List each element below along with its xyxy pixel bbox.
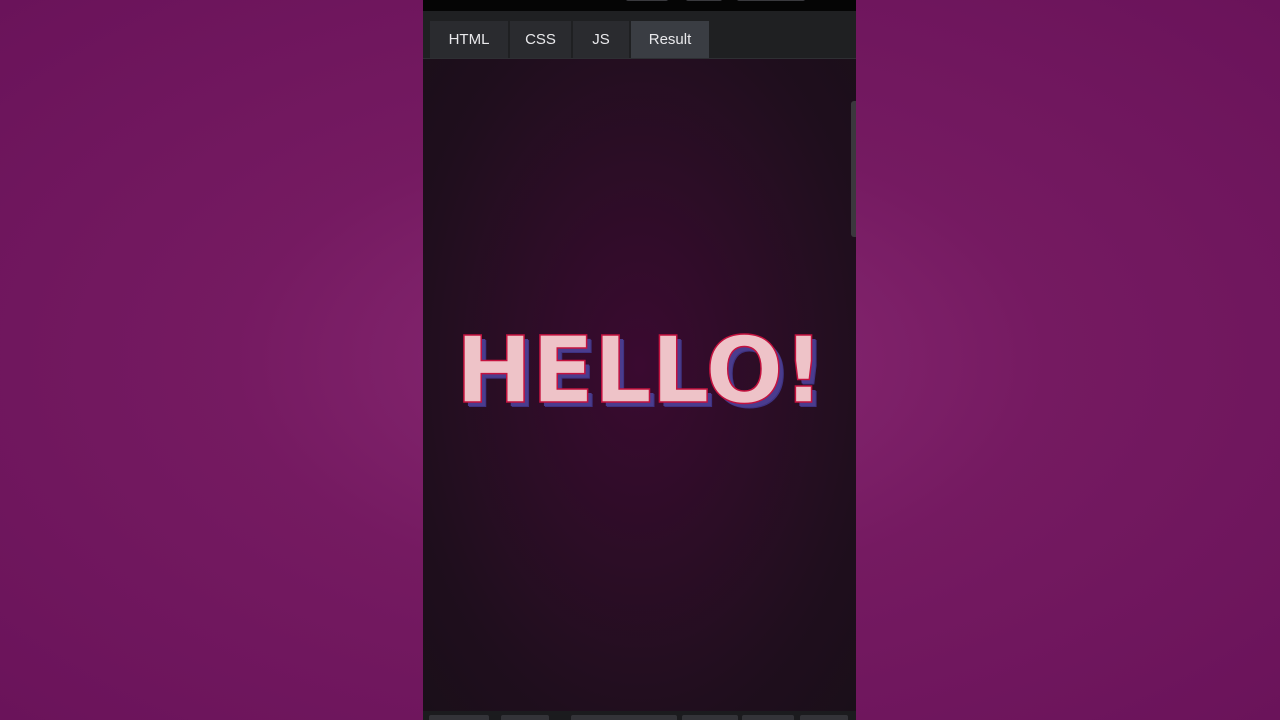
- tab-css[interactable]: CSS: [510, 21, 571, 58]
- hello-heading: HELLO!: [455, 317, 825, 424]
- bottom-button[interactable]: [571, 715, 677, 720]
- toolbar-control[interactable]: [686, 0, 722, 1]
- bottom-button[interactable]: [501, 715, 549, 720]
- result-preview-pane: HELLO!: [423, 59, 856, 711]
- preview-scrollbar[interactable]: [851, 101, 856, 237]
- tab-result[interactable]: Result: [631, 21, 709, 58]
- bottom-button[interactable]: [800, 715, 848, 720]
- bottom-button[interactable]: [682, 715, 738, 720]
- bottom-button[interactable]: [429, 715, 489, 720]
- top-toolbar: [423, 0, 856, 11]
- bottom-toolbar: [423, 711, 856, 720]
- toolbar-control[interactable]: [737, 0, 805, 1]
- mobile-frame: HTML CSS JS Result HELLO!: [423, 0, 856, 720]
- toolbar-control[interactable]: [626, 0, 668, 1]
- tab-js[interactable]: JS: [573, 21, 629, 58]
- editor-tab-bar: HTML CSS JS Result: [423, 11, 856, 59]
- tab-html[interactable]: HTML: [430, 21, 508, 58]
- bottom-button[interactable]: [742, 715, 794, 720]
